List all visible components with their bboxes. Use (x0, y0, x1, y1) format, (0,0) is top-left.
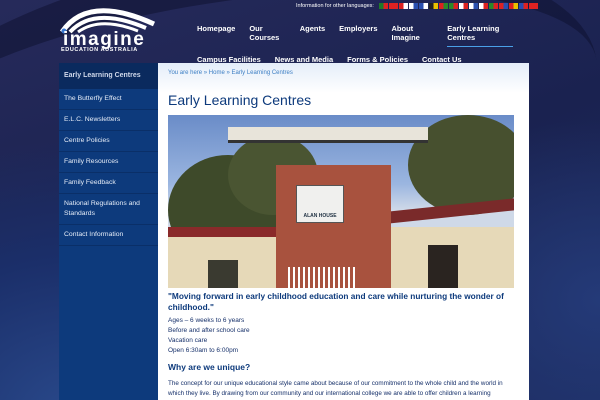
breadcrumb[interactable]: You are here » Home » Early Learning Cen… (168, 70, 293, 76)
sidebar-item-national-regulations-and-standards[interactable]: National Regulations and Standards (59, 194, 158, 225)
nav-link-early-learning-centres[interactable]: Early Learning Centres (447, 24, 513, 47)
language-flag-icon[interactable] (418, 3, 428, 9)
language-flag-icon[interactable] (378, 3, 388, 9)
content-panel: You are here » Home » Early Learning Cen… (158, 63, 529, 400)
language-flag-icon[interactable] (498, 3, 508, 9)
language-flag-icon[interactable] (508, 3, 518, 9)
language-flag-icon[interactable] (438, 3, 448, 9)
facts-list: Ages – 6 weeks to 6 years Before and afte… (168, 316, 250, 356)
sidebar-item-family-feedback[interactable]: Family Feedback (59, 173, 158, 194)
language-flag-icon[interactable] (478, 3, 488, 9)
unique-heading: Why are we unique? (168, 362, 251, 372)
nav-link-about-imagine[interactable]: About Imagine (392, 24, 434, 47)
sidebar-item-e-l-c-newsletters[interactable]: E.L.C. Newsletters (59, 110, 158, 131)
sidebar: Early Learning Centres The Butterfly Eff… (59, 63, 158, 400)
unique-paragraph: The concept for our unique educational s… (168, 380, 503, 397)
fact-item: Open 6:30am to 6:00pm (168, 347, 239, 354)
sidebar-item-the-butterfly-effect[interactable]: The Butterfly Effect (59, 89, 158, 110)
language-flag-icon[interactable] (518, 3, 528, 9)
sidebar-item-centre-policies[interactable]: Centre Policies (59, 131, 158, 152)
fact-item: Vacation care (168, 337, 208, 344)
languages-label: Information for other languages: (296, 3, 374, 9)
language-flag-icon[interactable] (388, 3, 398, 9)
mission-quote: "Moving forward in early childhood educa… (168, 291, 504, 312)
nav-link-employers[interactable]: Employers (339, 24, 377, 47)
photo-sign: ALAN HOUSE (296, 185, 344, 223)
language-flag-icon[interactable] (408, 3, 418, 9)
page-title: Early Learning Centres (168, 92, 312, 108)
language-flag-icon[interactable] (488, 3, 498, 9)
sidebar-item-contact-information[interactable]: Contact Information (59, 225, 158, 246)
language-flag-icon[interactable] (468, 3, 478, 9)
logo-tagline: EDUCATION AUSTRALIA (61, 47, 138, 53)
language-selector: Information for other languages: (296, 3, 539, 9)
language-flag-icon[interactable] (528, 3, 538, 9)
language-flag-icon[interactable] (398, 3, 408, 9)
centre-photo: ALAN HOUSE (168, 115, 514, 288)
nav-link-homepage[interactable]: Homepage (197, 24, 235, 47)
main-nav: Homepage Our Courses Agents Employers About … (197, 24, 527, 68)
language-flag-icon[interactable] (428, 3, 438, 9)
fact-item: Before and after school care (168, 327, 250, 334)
nav-link-our-courses[interactable]: Our Courses (249, 24, 285, 47)
nav-link-agents[interactable]: Agents (300, 24, 325, 47)
language-flag-icon[interactable] (458, 3, 468, 9)
fact-item: Ages – 6 weeks to 6 years (168, 317, 245, 324)
sidebar-item-family-resources[interactable]: Family Resources (59, 152, 158, 173)
sidebar-heading[interactable]: Early Learning Centres (59, 63, 158, 89)
language-flag-icon[interactable] (448, 3, 458, 9)
